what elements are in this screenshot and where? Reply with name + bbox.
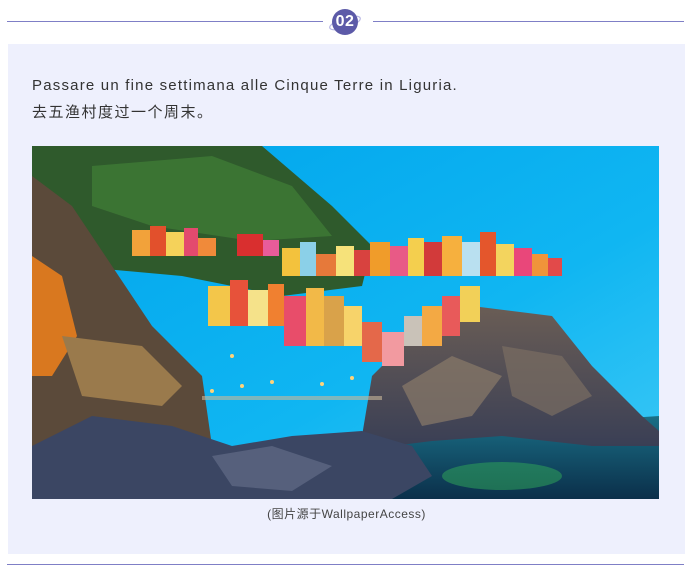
italian-sentence: Passare un fine settimana alle Cinque Te…: [32, 77, 458, 94]
section-number-badge: 02: [328, 6, 362, 38]
content-card: Passare un fine settimana alle Cinque Te…: [8, 44, 685, 554]
footer-divider: [7, 564, 684, 565]
photo-caption: (图片源于WallpaperAccess): [267, 507, 426, 521]
header-divider-right: [373, 21, 684, 22]
header-divider-left: [7, 21, 323, 22]
section-number: 02: [335, 13, 355, 30]
chinese-translation: 去五渔村度过一个周末。: [32, 104, 214, 121]
cinque-terre-photo: [32, 146, 659, 499]
section-header: 02: [0, 0, 694, 44]
